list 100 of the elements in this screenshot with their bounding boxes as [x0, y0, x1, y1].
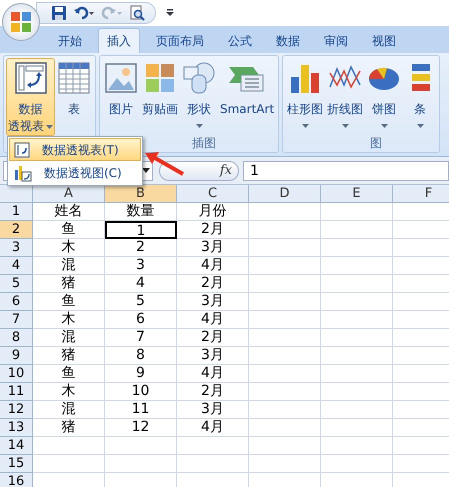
ribbon-tab[interactable]: 插入 [98, 28, 140, 53]
empty-cell[interactable] [321, 365, 393, 383]
function-label[interactable]: fx [220, 160, 232, 180]
ribbon-tab[interactable]: 视图 [364, 28, 404, 53]
table-cell: 猪 [33, 347, 105, 365]
empty-cell[interactable] [321, 221, 393, 239]
empty-cell[interactable] [249, 311, 321, 329]
empty-cell[interactable] [321, 401, 393, 419]
ribbon-tab[interactable]: 公式 [220, 28, 260, 53]
row-header[interactable]: 15 [0, 455, 33, 473]
office-logo-icon [9, 10, 33, 34]
empty-cell[interactable] [177, 437, 249, 455]
table-cell: 混 [33, 401, 105, 419]
ribbon-button[interactable]: 折线图 [325, 58, 366, 135]
menu-item[interactable]: 数据透视表(T) [9, 138, 141, 161]
empty-cell[interactable] [321, 437, 393, 455]
empty-cell[interactable] [249, 365, 321, 383]
empty-cell[interactable] [321, 311, 393, 329]
row-header[interactable]: 4 [0, 257, 33, 275]
row-header[interactable]: 3 [0, 239, 33, 257]
row-header[interactable]: 16 [0, 473, 33, 487]
caret-icon [302, 124, 309, 128]
ribbon-button[interactable]: 表 [55, 58, 93, 136]
column-header[interactable]: F [393, 185, 449, 202]
ribbon-button[interactable]: 图片 [102, 58, 140, 135]
empty-cell[interactable] [321, 329, 393, 347]
row-header[interactable]: 10 [0, 365, 33, 383]
table-cell: 鱼 [33, 365, 105, 383]
empty-cell[interactable] [321, 239, 393, 257]
ribbon-tab[interactable]: 开始 [50, 28, 90, 53]
picture-icon [104, 61, 138, 95]
row-header[interactable]: 5 [0, 275, 33, 293]
empty-cell[interactable] [321, 383, 393, 401]
menu-item[interactable]: 数据透视图(C) [9, 161, 141, 184]
table-cell: 2月 [177, 275, 249, 293]
row-header[interactable]: 11 [0, 383, 33, 401]
row-header[interactable]: 2 [0, 221, 33, 239]
empty-cell[interactable] [249, 329, 321, 347]
caret-icon [46, 124, 53, 128]
table-cell: 4 [105, 275, 177, 293]
column-header[interactable]: B [105, 185, 177, 202]
empty-cell[interactable] [249, 455, 321, 473]
row-header[interactable]: 9 [0, 347, 33, 365]
ribbon-button[interactable]: 柱形图 [285, 58, 326, 135]
ribbon-tab[interactable]: 页面布局 [148, 28, 212, 53]
column-header[interactable]: E [321, 185, 393, 202]
column-header[interactable]: D [249, 185, 321, 202]
group-label: 插图 [192, 135, 216, 152]
table-cell: 3月 [177, 347, 249, 365]
table-cell: 5 [105, 293, 177, 311]
empty-cell[interactable] [321, 455, 393, 473]
empty-cell[interactable] [249, 221, 321, 239]
table-cell: 1 [105, 221, 177, 239]
empty-cell[interactable] [249, 419, 321, 437]
empty-cell[interactable] [177, 455, 249, 473]
ribbon-button[interactable]: 数据 透视表 [6, 58, 55, 136]
empty-cell[interactable] [249, 293, 321, 311]
empty-cell[interactable] [249, 275, 321, 293]
undo-icon[interactable] [73, 5, 95, 21]
empty-cell[interactable] [321, 203, 393, 221]
ribbon-button[interactable]: 形状 [180, 58, 218, 135]
empty-cell[interactable] [249, 383, 321, 401]
customize-toolbar-icon[interactable] [166, 9, 174, 17]
table-cell: 4月 [177, 419, 249, 437]
empty-cell[interactable] [321, 347, 393, 365]
pivot-table-icon [14, 61, 48, 95]
formula-input[interactable]: 1 [243, 160, 449, 180]
empty-cell[interactable] [249, 257, 321, 275]
row-header[interactable]: 6 [0, 293, 33, 311]
empty-cell[interactable] [321, 293, 393, 311]
empty-cell[interactable] [249, 347, 321, 365]
empty-cell[interactable] [105, 437, 177, 455]
row-header[interactable]: 7 [0, 311, 33, 329]
empty-cell[interactable] [249, 437, 321, 455]
empty-cell[interactable] [105, 455, 177, 473]
column-header[interactable]: C [177, 185, 249, 202]
empty-cell[interactable] [249, 203, 321, 221]
row-header[interactable]: 14 [0, 437, 33, 455]
empty-cell[interactable] [321, 419, 393, 437]
empty-cell[interactable] [249, 401, 321, 419]
save-icon[interactable] [51, 5, 67, 21]
dropdown-arrow-icon [142, 168, 150, 173]
caret-icon [196, 124, 202, 128]
ribbon-tab[interactable]: 审阅 [316, 28, 356, 53]
pointer-arrow [143, 150, 185, 176]
row-header[interactable]: 13 [0, 419, 33, 437]
empty-cell[interactable] [249, 239, 321, 257]
table-cell: 11 [105, 401, 177, 419]
ribbon-button[interactable]: 饼图 [365, 58, 404, 135]
empty-cell[interactable] [321, 257, 393, 275]
ribbon-button[interactable]: 剪贴画 [140, 58, 180, 135]
row-header[interactable]: 8 [0, 329, 33, 347]
ribbon-button[interactable]: SmartArt [218, 58, 276, 135]
row-header[interactable]: 1 [0, 203, 33, 221]
ribbon-button[interactable]: 条 [403, 58, 438, 135]
ribbon-tab[interactable]: 数据 [268, 28, 308, 53]
print-preview-icon[interactable] [129, 5, 145, 21]
row-header[interactable]: 12 [0, 401, 33, 419]
table-cell: 鱼 [33, 221, 105, 239]
empty-cell[interactable] [321, 275, 393, 293]
